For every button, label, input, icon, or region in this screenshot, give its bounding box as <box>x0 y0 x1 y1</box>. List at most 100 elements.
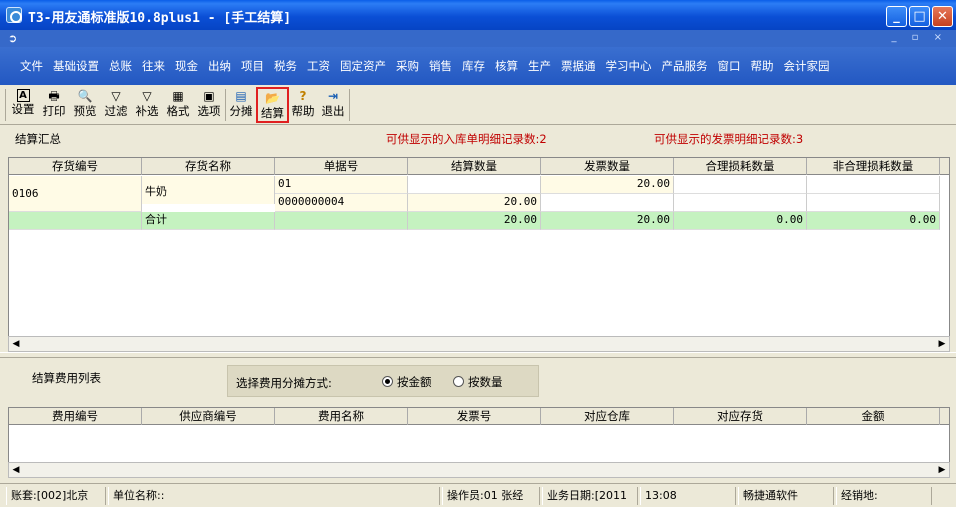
scroll-right-icon[interactable]: ▶ <box>935 337 949 351</box>
close-button[interactable]: ✕ <box>932 6 953 27</box>
col-fee-code[interactable]: 费用编号 <box>9 408 142 425</box>
format-button[interactable]: ▦ 格式 <box>164 89 192 121</box>
status-business-date: 业务日期:[2011 <box>542 487 638 505</box>
toolbar-separator <box>349 89 350 121</box>
settle-qty-cell[interactable] <box>408 176 541 194</box>
options-button[interactable]: ▣ 选项 <box>195 89 223 121</box>
item-name-cell[interactable]: 牛奶 <box>142 180 275 204</box>
doc-no-cell[interactable]: 0000000004 <box>275 194 408 212</box>
col-unreasonable-loss[interactable]: 非合理损耗数量 <box>807 158 940 175</box>
panel-splitter[interactable] <box>0 352 956 358</box>
scroll-left-icon[interactable]: ◀ <box>9 463 23 477</box>
col-item-code[interactable]: 存货编号 <box>9 158 142 175</box>
total-label: 合计 <box>142 212 275 230</box>
menu-item[interactable]: 基础设置 <box>53 58 99 74</box>
col-warehouse[interactable]: 对应仓库 <box>541 408 674 425</box>
col-item-name[interactable]: 存货名称 <box>142 158 275 175</box>
menu-bar: 文件 基础设置 总账 往来 现金 出纳 项目 税务 工资 固定资产 采购 销售 库存 核算 生产 票据通 学习中… <box>0 47 956 85</box>
filter-button[interactable]: ▽ 过滤 <box>102 89 130 121</box>
item-code-cell[interactable]: 0106 <box>9 176 142 212</box>
settle-qty-cell[interactable]: 20.00 <box>408 194 541 212</box>
col-amount[interactable]: 金额 <box>807 408 940 425</box>
menu-item[interactable]: 现金 <box>175 58 198 74</box>
status-time: 13:08 <box>640 487 736 505</box>
status-vendor: 畅捷通软件 <box>738 487 834 505</box>
menu-item[interactable]: 文件 <box>20 58 43 74</box>
invoice-qty-cell[interactable] <box>541 194 674 212</box>
maximize-button[interactable]: □ <box>909 6 930 27</box>
print-button[interactable]: 🖶 打印 <box>40 89 68 121</box>
summary-grid: 存货编号 存货名称 单据号 结算数量 发票数量 合理损耗数量 非合理损耗数量 0… <box>8 157 950 337</box>
child-window-controls-icon[interactable]: _ ▫ × <box>891 32 948 43</box>
menu-item[interactable]: 生产 <box>528 58 551 74</box>
menu-item[interactable]: 票据通 <box>561 58 596 74</box>
radio-by-amount-label[interactable]: 按金额 <box>397 374 432 390</box>
menu-item[interactable]: 工资 <box>307 58 330 74</box>
status-distributor: 经销地: <box>836 487 932 505</box>
fees-grid-header: 费用编号 供应商编号 费用名称 发票号 对应仓库 对应存货 金额 <box>9 408 949 425</box>
supplement-select-button[interactable]: ▽ 补选 <box>133 89 161 121</box>
col-invoice-no[interactable]: 发票号 <box>408 408 541 425</box>
supplement-filter-icon: ▽ <box>142 89 152 103</box>
exit-icon: ⇥ <box>327 89 339 103</box>
reasonable-loss-cell[interactable] <box>674 194 807 212</box>
menu-item[interactable]: 帮助 <box>751 58 774 74</box>
toolbar: A 设置 🖶 打印 🔍 预览 ▽ 过滤 ▽ 补选 ▦ 格式 ▣ 选项 ▤ 分摊 … <box>0 85 956 125</box>
allocation-method-group: 选择费用分摊方式: 按金额 按数量 <box>227 365 539 397</box>
fees-grid: 费用编号 供应商编号 费用名称 发票号 对应仓库 对应存货 金额 <box>8 407 950 463</box>
settings-button[interactable]: A 设置 <box>9 89 37 121</box>
filter-icon: ▽ <box>111 89 121 103</box>
window-title: T3-用友通标准版10.8plus1 - [手工结算] <box>28 11 292 26</box>
menu-item[interactable]: 库存 <box>462 58 485 74</box>
summary-grid-header: 存货编号 存货名称 单据号 结算数量 发票数量 合理损耗数量 非合理损耗数量 <box>9 158 949 175</box>
col-reasonable-loss[interactable]: 合理损耗数量 <box>674 158 807 175</box>
menu-item[interactable]: 会计家园 <box>784 58 830 74</box>
total-settle-qty: 20.00 <box>408 212 541 230</box>
scroll-left-icon[interactable]: ◀ <box>9 337 23 351</box>
app-icon <box>6 7 22 23</box>
col-settle-qty[interactable]: 结算数量 <box>408 158 541 175</box>
menu-item[interactable]: 销售 <box>429 58 452 74</box>
menu-item[interactable]: 固定资产 <box>340 58 386 74</box>
invoice-qty-cell[interactable]: 20.00 <box>541 176 674 194</box>
minimize-button[interactable]: _ <box>886 6 907 27</box>
col-invoice-qty[interactable]: 发票数量 <box>541 158 674 175</box>
exit-button[interactable]: ⇥ 退出 <box>319 89 347 121</box>
total-unreasonable-loss: 0.00 <box>807 212 940 230</box>
radio-by-quantity[interactable] <box>453 376 464 387</box>
menu-item[interactable]: 采购 <box>396 58 419 74</box>
menu-item[interactable]: 税务 <box>274 58 297 74</box>
help-button[interactable]: ? 帮助 <box>290 89 316 121</box>
unreasonable-loss-cell[interactable] <box>807 176 940 194</box>
reasonable-loss-cell[interactable] <box>674 176 807 194</box>
scroll-right-icon[interactable]: ▶ <box>935 463 949 477</box>
menu-item[interactable]: 核算 <box>495 58 518 74</box>
menu-item[interactable]: 产品服务 <box>662 58 708 74</box>
col-supplier-code[interactable]: 供应商编号 <box>142 408 275 425</box>
unreasonable-loss-cell[interactable] <box>807 194 940 212</box>
col-inventory[interactable]: 对应存货 <box>674 408 807 425</box>
settings-icon: A <box>16 89 30 102</box>
total-reasonable-loss: 0.00 <box>674 212 807 230</box>
menu-item[interactable]: 出纳 <box>208 58 231 74</box>
summary-horizontal-scrollbar[interactable]: ◀ ▶ <box>8 336 950 352</box>
allocation-method-label: 选择费用分摊方式: <box>236 376 332 390</box>
summary-title: 结算汇总 <box>15 132 61 146</box>
settle-button[interactable]: 📂 结算 <box>256 87 289 123</box>
col-fee-name[interactable]: 费用名称 <box>275 408 408 425</box>
menu-item[interactable]: 学习中心 <box>606 58 652 74</box>
allocate-button[interactable]: ▤ 分摊 <box>227 89 255 121</box>
preview-button[interactable]: 🔍 预览 <box>71 89 99 121</box>
menu-item[interactable]: 往来 <box>142 58 165 74</box>
toolbar-separator <box>225 89 226 121</box>
receipt-count-notice: 可供显示的入库单明细记录数:2 <box>386 132 547 146</box>
fees-horizontal-scrollbar[interactable]: ◀ ▶ <box>8 462 950 478</box>
menu-item[interactable]: 窗口 <box>718 58 741 74</box>
menu-item[interactable]: 总账 <box>109 58 132 74</box>
radio-by-amount[interactable] <box>382 376 393 387</box>
menu-item[interactable]: 项目 <box>241 58 264 74</box>
toolbar-separator <box>5 89 6 121</box>
doc-no-cell[interactable]: 01 <box>275 176 408 194</box>
radio-by-quantity-label[interactable]: 按数量 <box>468 374 503 390</box>
col-doc-no[interactable]: 单据号 <box>275 158 408 175</box>
